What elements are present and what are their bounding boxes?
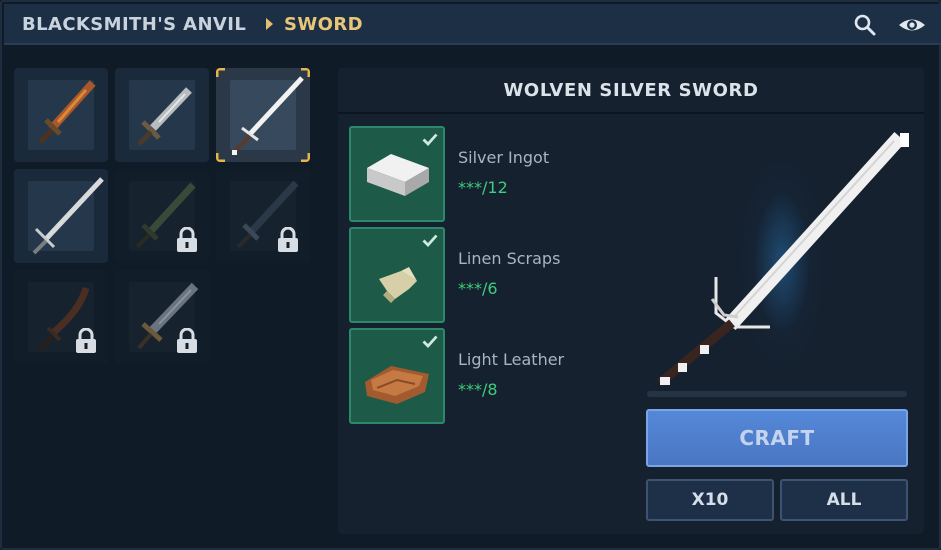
wolven-silver-sword-icon	[232, 76, 304, 155]
breadcrumb-current: SWORD	[284, 14, 363, 35]
header-bar: BLACKSMITH'S ANVIL SWORD	[4, 4, 941, 45]
material-slot-linen-scraps[interactable]	[349, 227, 445, 323]
item-title: WOLVEN SILVER SWORD	[503, 79, 759, 101]
material-count: ***/12	[458, 178, 508, 197]
recipe-slot-rusty-sword[interactable]	[14, 68, 108, 162]
check-icon	[422, 133, 438, 146]
material-slot-silver-ingot[interactable]	[349, 126, 445, 222]
eye-icon[interactable]	[897, 13, 927, 37]
craft-x10-button[interactable]: X10	[646, 479, 774, 521]
craft-button[interactable]: CRAFT	[646, 409, 908, 467]
selection-corner-icon	[301, 68, 310, 77]
iron-sword-icon	[137, 87, 192, 146]
lock-icon	[278, 227, 298, 252]
craft-all-button[interactable]: ALL	[780, 479, 908, 521]
breadcrumb-arrow-icon	[266, 18, 273, 30]
recipe-slot-dark-sword[interactable]	[216, 169, 310, 263]
lock-icon	[76, 328, 96, 353]
lock-icon	[177, 328, 197, 353]
material-slot-light-leather[interactable]	[349, 328, 445, 424]
material-name: Silver Ingot	[458, 148, 550, 167]
material-count: ***/6	[458, 279, 498, 298]
recipe-slot-wolven-silver-sword[interactable]	[216, 68, 310, 162]
recipe-slot-ornate-broadsword[interactable]	[115, 270, 209, 364]
selection-corner-icon	[216, 153, 225, 162]
recipe-slot-green-sword[interactable]	[115, 169, 209, 263]
recipe-slot-curved-blade[interactable]	[14, 270, 108, 364]
material-name: Linen Scraps	[458, 249, 561, 268]
rusty-sword-icon	[38, 80, 96, 144]
material-name: Light Leather	[458, 350, 565, 369]
material-count: ***/8	[458, 380, 498, 399]
panel-title-bar: WOLVEN SILVER SWORD	[338, 68, 924, 114]
search-icon[interactable]	[853, 13, 877, 37]
craft-progress-bar	[647, 391, 907, 397]
check-icon	[422, 335, 438, 348]
sword-preview-image	[657, 131, 909, 387]
lock-icon	[177, 227, 197, 252]
selection-corner-icon	[301, 153, 310, 162]
recipe-slot-silver-longsword[interactable]	[14, 169, 108, 263]
check-icon	[422, 234, 438, 247]
recipe-slot-iron-sword[interactable]	[115, 68, 209, 162]
silver-longsword-icon	[32, 177, 104, 255]
selection-corner-icon	[216, 68, 225, 77]
breadcrumb-root[interactable]: BLACKSMITH'S ANVIL	[22, 14, 246, 35]
blacksmith-window: BLACKSMITH'S ANVIL SWORD WOLVEN SILVER S…	[0, 0, 941, 550]
